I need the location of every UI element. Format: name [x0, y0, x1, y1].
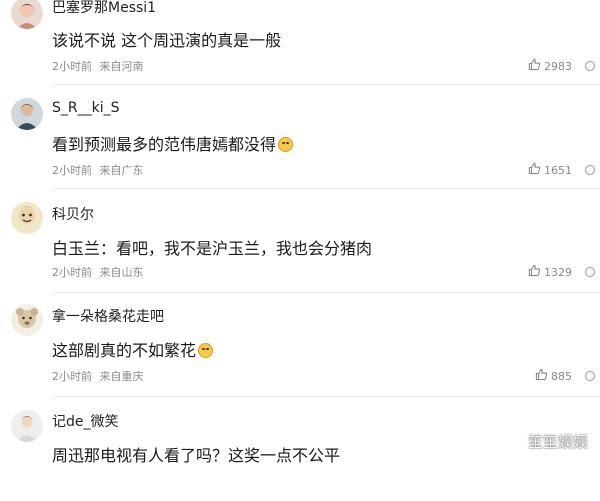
avatar[interactable] [11, 98, 43, 130]
comment-time: 2小时前 [52, 60, 92, 73]
avatar[interactable] [11, 202, 43, 234]
comment-item: S_R__ki_S 看到预测最多的范伟唐嫣都没得 2小时前 来自广东 1651 [0, 86, 600, 189]
comment-location: 来自广东 [99, 164, 144, 177]
more-circle-icon[interactable] [585, 267, 595, 277]
thumbs-up-icon [528, 162, 541, 178]
more-circle-icon[interactable] [585, 371, 595, 381]
like-count: 1651 [544, 163, 572, 177]
divider [52, 84, 600, 85]
comment-text: 白玉兰：看吧，我不是沪玉兰，我也会分猪肉 [52, 239, 373, 258]
comment-username[interactable]: 记de_微笑 [52, 411, 119, 431]
comment-time: 2小时前 [52, 370, 92, 383]
comment-item: 巴塞罗那Messi1 该说不说 这个周迅演的真是一般 2小时前 来自河南 298… [0, 0, 600, 85]
comment-text-body: 看到预测最多的范伟唐嫣都没得 [52, 135, 277, 154]
thumbs-up-icon [528, 264, 541, 280]
comment-meta: 2小时前 来自广东 [52, 162, 144, 178]
comment-username[interactable]: 科贝尔 [52, 204, 94, 224]
like-button[interactable]: 885 [535, 368, 572, 384]
comment-meta: 2小时前 来自河南 [52, 58, 144, 74]
comment-username[interactable]: S_R__ki_S [52, 100, 120, 116]
like-count: 2983 [544, 59, 572, 73]
comment-text-body: 这部剧真的不如繁花 [52, 341, 197, 360]
divider [52, 292, 600, 293]
comment-location: 来自河南 [99, 60, 144, 73]
like-button[interactable]: 2983 [528, 58, 572, 74]
like-button[interactable]: 1329 [528, 264, 572, 280]
thumbs-up-icon [535, 368, 548, 384]
comment-item: 科贝尔 白玉兰：看吧，我不是沪玉兰，我也会分猪肉 2小时前 来自山东 1329 [0, 190, 600, 293]
comment-location: 来自山东 [99, 266, 144, 279]
watermark-text: 笙笙娱娱 [527, 433, 588, 451]
like-count: 885 [551, 369, 572, 383]
avatar[interactable] [11, 0, 43, 29]
more-circle-icon[interactable] [585, 165, 595, 175]
comment-text: 该说不说 这个周迅演的真是一般 [52, 31, 282, 50]
watermark-logo-icon [509, 432, 525, 452]
smile-emoji [198, 343, 214, 358]
avatar[interactable] [11, 304, 43, 336]
comment-time: 2小时前 [52, 164, 92, 177]
watermark: 笙笙娱娱 [509, 431, 588, 452]
comment-text: 看到预测最多的范伟唐嫣都没得 [52, 131, 294, 155]
comment-meta: 2小时前 来自山东 [52, 264, 144, 280]
avatar[interactable] [11, 410, 43, 442]
like-count: 1329 [544, 265, 572, 279]
comment-location: 来自重庆 [99, 370, 144, 383]
comment-text: 周迅那电视有人看了吗？这奖一点不公平 [52, 446, 341, 465]
comment-time: 2小时前 [52, 266, 92, 279]
thumbs-up-icon [528, 58, 541, 74]
comment-username[interactable]: 巴塞罗那Messi1 [52, 0, 156, 17]
more-circle-icon[interactable] [585, 61, 595, 71]
comment-username[interactable]: 拿一朵格桑花走吧 [52, 306, 164, 326]
divider [52, 188, 600, 189]
comment-item: 拿一朵格桑花走吧 这部剧真的不如繁花 2小时前 来自重庆 885 [0, 294, 600, 397]
like-button[interactable]: 1651 [528, 162, 572, 178]
divider [52, 396, 600, 397]
comment-meta: 2小时前 来自重庆 [52, 368, 144, 384]
comment-text: 这部剧真的不如繁花 [52, 337, 214, 361]
laughing-tears-emoji [278, 137, 294, 152]
